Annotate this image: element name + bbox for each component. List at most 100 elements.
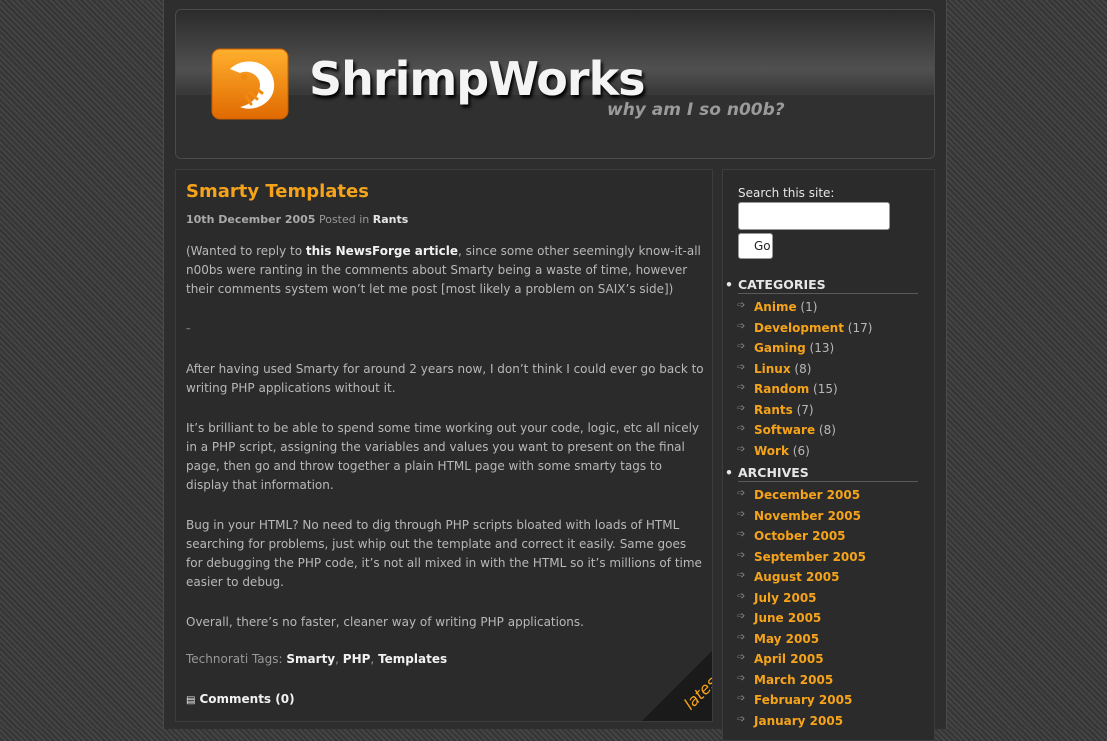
- category-link[interactable]: Random: [754, 382, 809, 396]
- post-paragraph: It’s brilliant to be able to spend some …: [186, 421, 700, 492]
- site-tagline: why am I so n00b?: [607, 100, 785, 120]
- arrow-icon: ➩: [737, 341, 746, 352]
- post-body: (Wanted to reply to this NewsForge artic…: [186, 242, 706, 653]
- category-item: ➩ Anime (1): [723, 297, 934, 318]
- arrow-icon: ➩: [737, 549, 746, 561]
- post-category-link[interactable]: Rants: [373, 213, 409, 226]
- arrow-icon: ➩: [737, 320, 746, 332]
- category-count: (8): [818, 423, 836, 437]
- archive-item: ➩ July 2005: [723, 588, 934, 609]
- archive-link[interactable]: December 2005: [754, 488, 860, 502]
- comments-label[interactable]: Comments (0): [199, 692, 294, 706]
- archive-item: ➩ June 2005: [723, 608, 934, 629]
- archive-link[interactable]: May 2005: [754, 632, 819, 646]
- arrow-icon: ➩: [737, 361, 746, 373]
- tag-separator: ,: [370, 652, 379, 666]
- archive-item: ➩ March 2005: [723, 670, 934, 691]
- archive-link[interactable]: April 2005: [754, 652, 824, 666]
- archive-item: ➩ November 2005: [723, 506, 934, 527]
- arrow-icon: ➩: [737, 652, 746, 663]
- latest-corner-badge: latest: [642, 651, 712, 721]
- arrow-icon: ➩: [737, 590, 746, 602]
- archive-item: ➩ August 2005: [723, 567, 934, 588]
- archive-link[interactable]: August 2005: [754, 570, 839, 584]
- tags-label: Technorati Tags:: [186, 652, 283, 666]
- post-panel: Smarty Templates 10th December 2005 Post…: [175, 169, 713, 722]
- site-header: ShrimpWorks why am I so n00b?: [175, 9, 935, 159]
- category-item: ➩ Random (15): [723, 379, 934, 400]
- site-title[interactable]: ShrimpWorks: [309, 52, 646, 106]
- arrow-icon: ➩: [737, 672, 746, 684]
- archive-link[interactable]: November 2005: [754, 509, 861, 523]
- category-link[interactable]: Gaming: [754, 341, 806, 355]
- category-item: ➩ Linux (8): [723, 359, 934, 380]
- category-link[interactable]: Work: [754, 444, 789, 458]
- category-count: (6): [792, 443, 810, 458]
- archive-link[interactable]: September 2005: [754, 550, 866, 564]
- tag-separator: ,: [335, 652, 343, 666]
- category-link[interactable]: Rants: [754, 403, 793, 417]
- category-count: (7): [796, 402, 814, 417]
- category-count: (13): [809, 341, 835, 355]
- archive-item: ➩ October 2005: [723, 526, 934, 547]
- archive-link[interactable]: March 2005: [754, 673, 833, 687]
- archives-list: ➩ December 2005 ➩ November 2005 ➩ October 2…: [723, 485, 934, 731]
- arrow-icon: ➩: [737, 631, 746, 643]
- post-paragraph: (Wanted to reply to this NewsForge artic…: [186, 242, 706, 299]
- arrow-icon: ➩: [737, 570, 746, 581]
- category-item: ➩ Software (8): [723, 420, 934, 441]
- category-link[interactable]: Linux: [754, 362, 791, 376]
- archive-item: ➩ September 2005: [723, 547, 934, 568]
- categories-list: ➩ Anime (1) ➩ Development (17) ➩ Gaming (13…: [723, 297, 934, 461]
- category-count: (1): [800, 300, 818, 314]
- arrow-icon: ➩: [737, 300, 746, 311]
- arrow-icon: ➩: [737, 382, 746, 393]
- search-go-button[interactable]: Go: [738, 233, 773, 259]
- category-link[interactable]: Development: [754, 321, 844, 335]
- search-input[interactable]: [738, 202, 890, 230]
- post-paragraph: After having used Smarty for around 2 ye…: [186, 362, 704, 395]
- arrow-icon: ➩: [737, 402, 746, 414]
- category-item: ➩ Development (17): [723, 318, 934, 339]
- category-count: (15): [813, 382, 838, 396]
- category-link[interactable]: Software: [754, 423, 815, 437]
- post-paragraph: Overall, there’s no faster, cleaner way …: [186, 615, 584, 629]
- archive-link[interactable]: October 2005: [754, 529, 846, 543]
- archive-link[interactable]: January 2005: [754, 714, 843, 728]
- tag-link-templates[interactable]: Templates: [378, 652, 447, 666]
- technorati-tags: Technorati Tags: Smarty, PHP, Templates: [186, 652, 447, 666]
- arrow-icon: ➩: [737, 713, 746, 725]
- tag-link-smarty[interactable]: Smarty: [286, 652, 335, 666]
- shrimp-logo-icon[interactable]: [210, 47, 290, 121]
- tag-link-php[interactable]: PHP: [343, 652, 371, 666]
- archive-link[interactable]: February 2005: [754, 693, 852, 707]
- comments-link[interactable]: ▤ Comments (0): [186, 692, 295, 706]
- archive-item: ➩ December 2005: [723, 485, 934, 506]
- bullet-icon: •: [725, 277, 733, 292]
- arrow-icon: ➩: [737, 508, 746, 520]
- category-count: (17): [847, 320, 873, 335]
- arrow-icon: ➩: [737, 443, 746, 455]
- arrow-icon: ➩: [737, 488, 746, 499]
- archive-item: ➩ April 2005: [723, 649, 934, 670]
- arrow-icon: ➩: [737, 529, 746, 540]
- heading-text: ARCHIVES: [738, 465, 809, 480]
- archives-heading: • ARCHIVES: [725, 465, 918, 482]
- page-wrapper: ShrimpWorks why am I so n00b? Smarty Tem…: [163, 0, 947, 741]
- archives-section: • ARCHIVES ➩ December 2005 ➩ November 2005 …: [723, 465, 934, 731]
- posted-in-label: Posted in: [318, 213, 370, 226]
- post-title[interactable]: Smarty Templates: [186, 181, 369, 202]
- archive-link[interactable]: June 2005: [754, 611, 821, 625]
- newsforge-article-link[interactable]: this NewsForge article: [306, 244, 458, 258]
- bullet-icon: •: [725, 465, 733, 480]
- category-item: ➩ Gaming (13): [723, 338, 934, 359]
- category-link[interactable]: Anime: [754, 300, 797, 314]
- post-meta: 10th December 2005 Posted in Rants: [186, 213, 408, 226]
- post-date: 10th December 2005: [186, 213, 316, 226]
- post-separator: –: [186, 324, 191, 334]
- sidebar: Search this site: Go • CATEGORIES ➩ Anime …: [722, 169, 935, 741]
- post-paragraph: Bug in your HTML? No need to dig through…: [186, 518, 702, 589]
- archive-link[interactable]: July 2005: [754, 591, 817, 605]
- category-count: (8): [794, 361, 812, 376]
- arrow-icon: ➩: [737, 611, 746, 622]
